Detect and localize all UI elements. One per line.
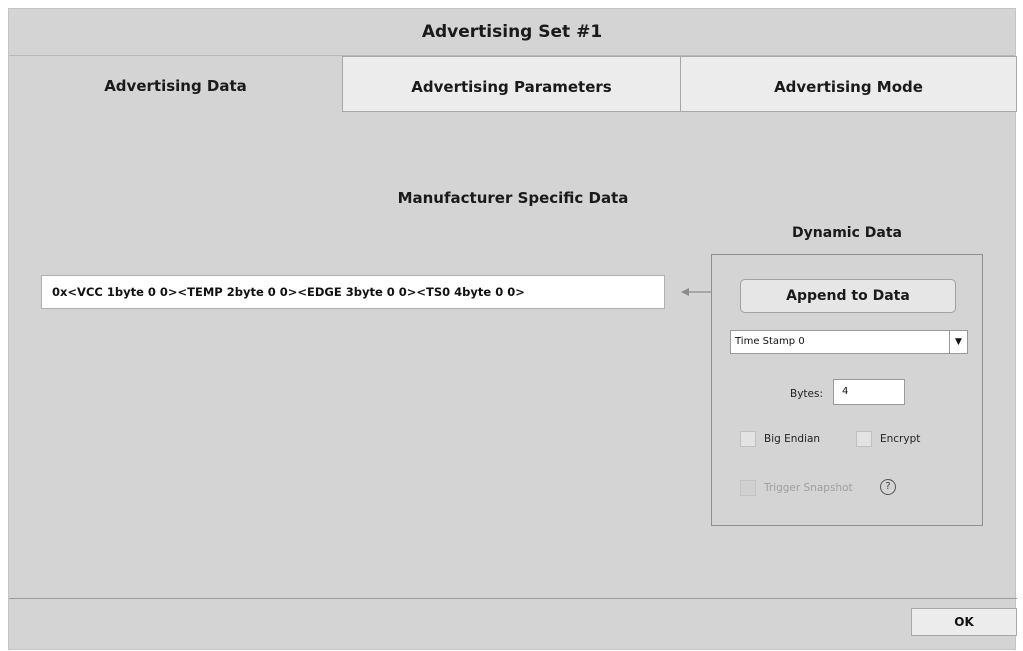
bytes-field[interactable]: 4 [833, 379, 905, 405]
dynamic-data-panel: Append to Data Time Stamp 0 ▼ Bytes: 4 B… [711, 254, 983, 526]
tab-bar: Advertising Data Advertising Parameters … [9, 56, 1017, 112]
dynamic-type-value: Time Stamp 0 [735, 336, 805, 347]
encrypt-label: Encrypt [880, 433, 921, 445]
encrypt-checkbox[interactable] [856, 431, 872, 447]
tab-advertising-mode[interactable]: Advertising Mode [681, 56, 1017, 112]
big-endian-label: Big Endian [764, 433, 821, 445]
ok-button[interactable]: OK [911, 608, 1017, 636]
trigger-snapshot-checkbox[interactable] [740, 480, 756, 496]
dynamic-type-select[interactable]: Time Stamp 0 ▼ [730, 330, 968, 354]
dynamic-data-title: Dynamic Data [792, 225, 902, 241]
dialog-title: Advertising Set #1 [9, 9, 1015, 56]
bytes-label: Bytes: [790, 388, 824, 400]
tab-content: Manufacturer Specific Data 0x<VCC 1byte … [9, 112, 1017, 598]
tab-advertising-data[interactable]: Advertising Data [9, 56, 343, 112]
arrow-left-icon [681, 288, 712, 296]
append-to-data-button[interactable]: Append to Data [740, 279, 956, 313]
trigger-snapshot-label: Trigger Snapshot [764, 482, 853, 494]
advertising-set-dialog: Advertising Set #1 Advertising Data Adve… [8, 8, 1017, 651]
section-title: Manufacturer Specific Data [397, 189, 629, 207]
big-endian-checkbox[interactable] [740, 431, 756, 447]
manufacturer-data-field[interactable]: 0x<VCC 1byte 0 0><TEMP 2byte 0 0><EDGE 3… [41, 275, 665, 309]
caret-down-icon[interactable]: ▼ [949, 331, 967, 353]
help-icon[interactable]: ? [880, 479, 896, 495]
tab-advertising-parameters[interactable]: Advertising Parameters [343, 56, 681, 112]
dialog-footer: OK [9, 598, 1017, 651]
